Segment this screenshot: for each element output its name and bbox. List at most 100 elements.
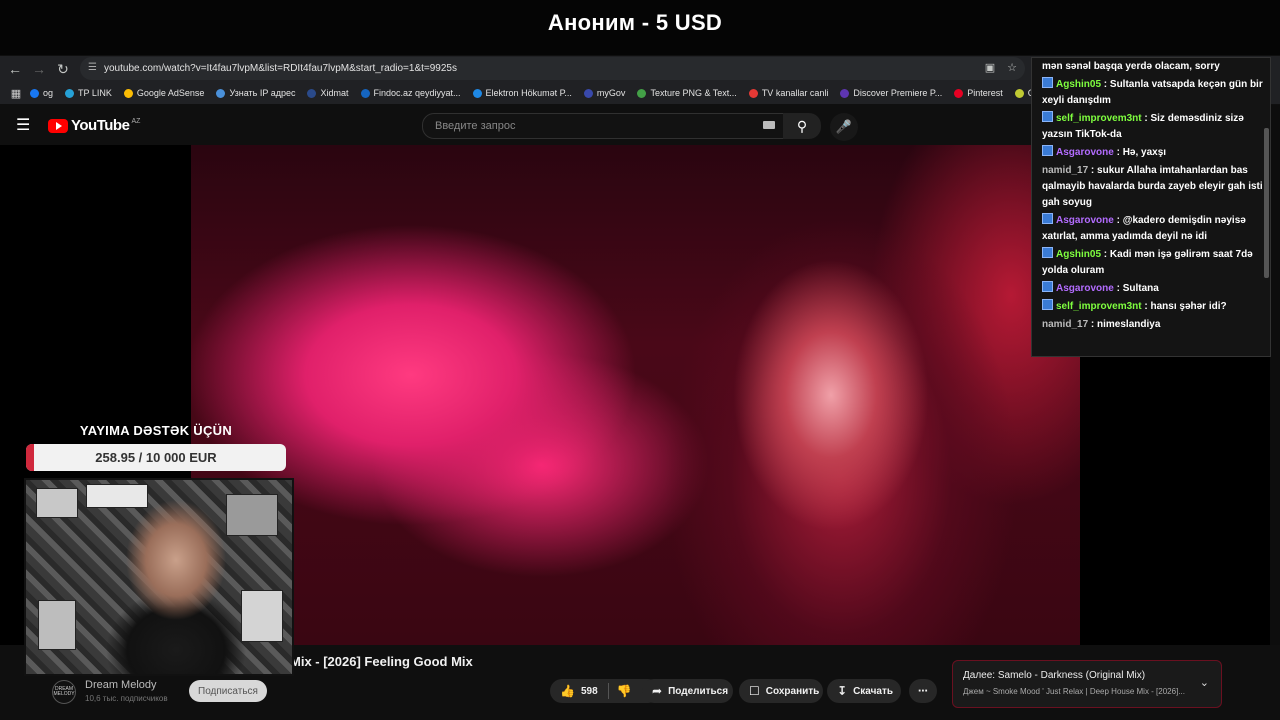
bookmark-label: Discover Premiere P... xyxy=(853,88,943,98)
chat-separator: : xyxy=(1113,283,1123,294)
bookmark-item[interactable]: Elektron Hökumət P... xyxy=(472,88,572,98)
save-bookmark-icon: ☐ xyxy=(749,684,760,698)
streamer-webcam xyxy=(24,478,294,676)
chat-message: self_improvem3nt : Siz deməsdiniz sizə y… xyxy=(1032,110,1270,144)
bookmark-favicon-icon xyxy=(123,88,133,98)
search-button[interactable]: ⚲ xyxy=(783,113,821,139)
download-label: Скачать xyxy=(853,685,894,697)
chat-badge-icon xyxy=(1042,213,1053,224)
stream-top-bar: Аноним - 5 USD xyxy=(0,0,1280,55)
channel-avatar[interactable]: DREAM MELODY xyxy=(52,680,76,704)
bookmark-item[interactable]: Xidmat xyxy=(307,88,349,98)
like-divider xyxy=(607,683,609,699)
dislike-icon[interactable]: 👎 xyxy=(617,684,632,698)
search-placeholder: Введите запрос xyxy=(435,120,516,132)
bookmark-label: myGov xyxy=(596,88,626,98)
chevron-down-icon[interactable]: ⌄ xyxy=(1200,676,1209,689)
chat-text: Hə, yaxşı xyxy=(1122,147,1167,158)
bookmark-favicon-icon xyxy=(1014,88,1024,98)
chat-text: nimeslandiya xyxy=(1097,319,1161,330)
keyboard-icon[interactable] xyxy=(763,121,775,129)
chat-message: Asgarovone : Hə, yaxşı xyxy=(1032,144,1270,162)
donation-goal-bar: 258.95 / 10 000 EUR xyxy=(26,444,286,471)
bookmark-item[interactable]: Discover Premiere P... xyxy=(840,88,942,98)
bookmark-label: Elektron Hökumət P... xyxy=(485,88,572,98)
subscribe-button[interactable]: Подписаться xyxy=(189,680,267,702)
share-button[interactable]: ➦ Поделиться xyxy=(642,679,733,703)
search-icon: ⚲ xyxy=(796,117,808,134)
up-next-title: Далее: Samelo - Darkness (Original Mix) xyxy=(963,670,1146,681)
chat-separator: : xyxy=(1101,79,1110,90)
up-next-card[interactable]: Далее: Samelo - Darkness (Original Mix) … xyxy=(952,660,1222,708)
more-dots-icon: ⋯ xyxy=(918,685,928,697)
share-label: Поделиться xyxy=(668,685,729,697)
channel-name[interactable]: Dream Melody xyxy=(85,679,157,691)
bookmark-item[interactable]: myGov xyxy=(583,88,626,98)
save-button[interactable]: ☐ Сохранить xyxy=(739,679,823,703)
like-count[interactable]: 598 xyxy=(581,686,598,697)
download-button[interactable]: ↧ Скачать xyxy=(827,679,901,703)
bookmark-favicon-icon xyxy=(360,88,370,98)
hamburger-menu-icon[interactable]: ☰ xyxy=(16,115,30,135)
bookmark-label: og xyxy=(43,88,54,98)
donation-alert-title: Аноним - 5 USD xyxy=(547,10,723,35)
url-text: youtube.com/watch?v=It4fau7lvpM&list=RDI… xyxy=(104,63,457,74)
search-input[interactable]: Введите запрос xyxy=(422,113,784,139)
like-icon[interactable]: 👍 xyxy=(560,684,575,698)
back-icon[interactable]: ← xyxy=(3,57,27,81)
wall-sticker xyxy=(36,488,78,518)
wall-sticker xyxy=(86,484,148,508)
youtube-logo-text: YouTube xyxy=(71,117,130,134)
bookmark-favicon-icon xyxy=(637,88,647,98)
chat-badge-icon xyxy=(1042,145,1053,156)
bookmark-favicon-icon xyxy=(840,88,850,98)
bookmark-label: Xidmat xyxy=(320,88,349,98)
save-label: Сохранить xyxy=(765,685,820,697)
chat-text: Sultana xyxy=(1122,283,1159,294)
bookmark-item[interactable]: Texture PNG & Text... xyxy=(637,88,737,98)
chat-message: Asgarovone : Sultana xyxy=(1032,280,1270,298)
chat-message: mən sənəl başqa yerdə olacam, sorry xyxy=(1032,58,1270,76)
chat-username: self_improvem3nt xyxy=(1056,113,1142,124)
bookmark-item[interactable]: Узнать IP адрес xyxy=(216,88,295,98)
chat-username: Asgarovone xyxy=(1056,147,1114,158)
reload-icon[interactable]: ↻ xyxy=(51,57,75,81)
bookmark-item[interactable]: og xyxy=(30,88,53,98)
youtube-logo[interactable]: YouTube AZ xyxy=(48,117,140,134)
chat-text: hansı şəhər idi? xyxy=(1150,301,1227,312)
page-scrollbar[interactable] xyxy=(1270,105,1280,645)
forward-icon[interactable]: → xyxy=(27,57,51,81)
bookmark-star-icon[interactable]: ☆ xyxy=(1007,61,1017,74)
voice-search-button[interactable]: 🎤 xyxy=(830,113,858,141)
bookmark-item[interactable]: TV kanallar canli xyxy=(748,88,829,98)
wall-sticker xyxy=(241,590,283,642)
more-actions-button[interactable]: ⋯ xyxy=(909,679,937,703)
wall-sticker xyxy=(38,600,76,650)
bookmark-favicon-icon xyxy=(30,88,39,98)
bookmark-favicon-icon xyxy=(583,88,593,98)
region-code: AZ xyxy=(131,118,141,125)
chat-badge-icon xyxy=(1042,77,1053,88)
address-bar[interactable]: ☰ youtube.com/watch?v=It4fau7lvpM&list=R… xyxy=(80,57,1025,80)
bookmark-item[interactable]: Google AdSense xyxy=(123,88,204,98)
chat-text: mən sənəl başqa yerdə olacam, sorry xyxy=(1042,61,1220,72)
bookmark-label: TV kanallar canli xyxy=(761,88,829,98)
apps-grid-icon[interactable]: ▦ xyxy=(6,87,26,100)
site-info-icon[interactable]: ☰ xyxy=(88,62,100,74)
download-icon: ↧ xyxy=(837,684,848,698)
bookmark-item[interactable]: TP LINK xyxy=(65,88,112,98)
chat-scrollbar[interactable] xyxy=(1264,128,1269,278)
bookmark-item[interactable]: Pinterest xyxy=(954,88,1003,98)
chat-username: namid_17 xyxy=(1042,165,1089,176)
subscriber-count: 10,6 тыс. подписчиков xyxy=(85,694,168,703)
bookmark-favicon-icon xyxy=(216,88,226,98)
bookmark-favicon-icon xyxy=(307,88,317,98)
chat-badge-icon xyxy=(1042,281,1053,292)
video-player[interactable] xyxy=(191,145,1080,645)
chat-message: Agshin05 : Kadi mən işə gəlirəm saat 7də… xyxy=(1032,246,1270,280)
share-icon: ➦ xyxy=(652,684,663,698)
bookmark-item[interactable]: Findoc.az qeydiyyat... xyxy=(360,88,461,98)
install-app-icon[interactable]: ▣ xyxy=(985,61,995,74)
bookmark-label: Texture PNG & Text... xyxy=(650,88,737,98)
chat-message: Agshin05 : Sultanla vatsapda keçən gün b… xyxy=(1032,76,1270,110)
